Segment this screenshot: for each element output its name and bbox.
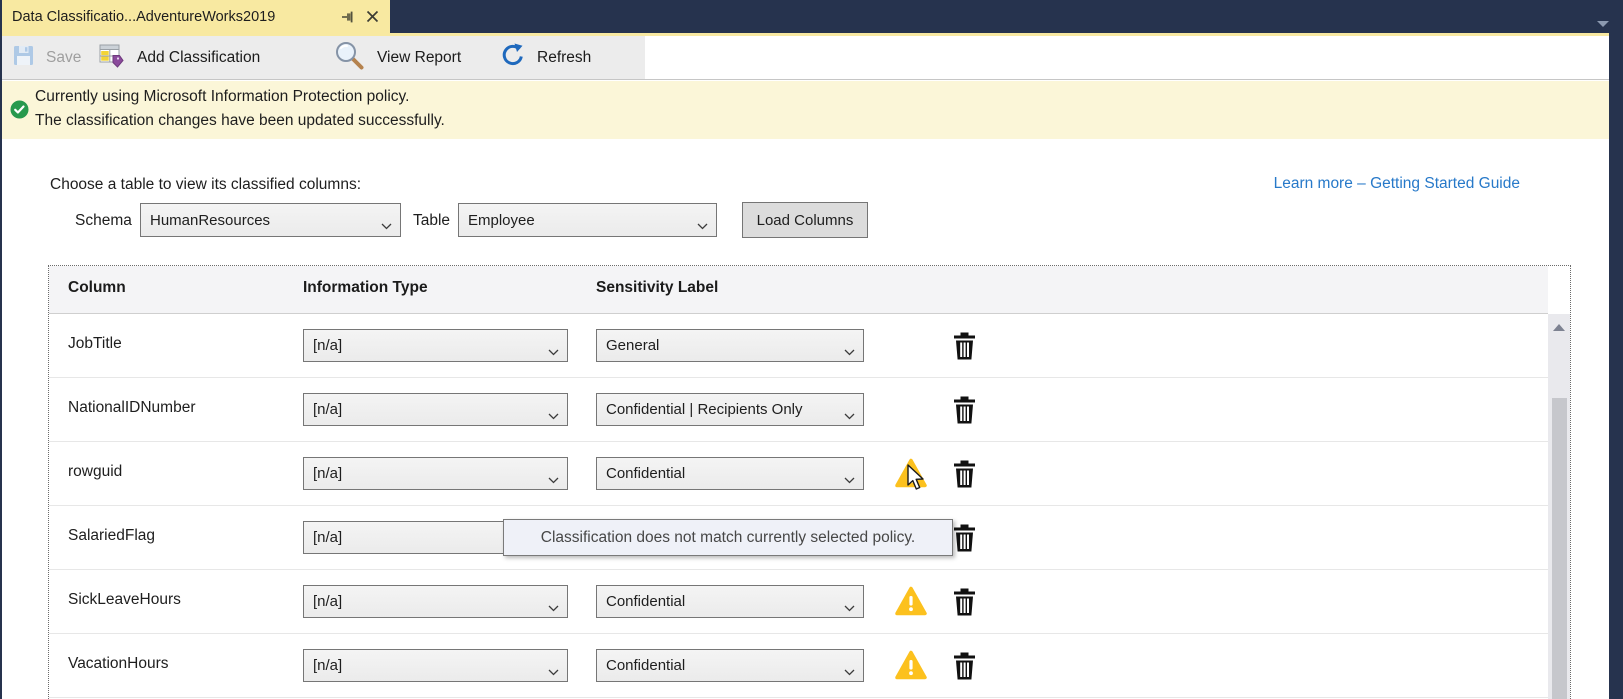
table-row: rowguid [n/a] Confidential [49,442,1548,506]
chevron-down-icon [548,663,559,681]
information-type-select[interactable]: [n/a] [303,393,568,426]
chevron-down-icon [844,407,855,425]
status-banner: Currently using Microsoft Information Pr… [2,81,1609,139]
policy-warning-icon[interactable] [895,586,927,616]
delete-classification-icon[interactable] [952,332,977,360]
chevron-down-icon [548,471,559,489]
column-name: SalariedFlag [68,527,155,545]
information-type-select[interactable]: [n/a] [303,585,568,618]
sensitivity-label-select[interactable]: Confidential | Recipients Only [596,393,864,426]
sensitivity-label-select[interactable]: Confidential [596,649,864,682]
learn-more-link[interactable]: Learn more – Getting Started Guide [1248,175,1520,193]
header-column: Column [68,279,126,297]
scroll-up-icon[interactable] [1548,314,1570,341]
refresh-button[interactable]: Refresh [500,36,591,79]
window-right-edge [1609,0,1623,699]
chevron-down-icon [844,599,855,617]
chevron-down-icon [381,217,392,235]
header-sensitivity-label: Sensitivity Label [596,279,718,297]
save-button[interactable]: Save [13,36,81,79]
sensitivity-label-select[interactable]: Confidential [596,585,864,618]
scrollbar-thumb[interactable] [1552,398,1567,699]
sensitivity-label-select[interactable]: General [596,329,864,362]
view-report-label: View Report [377,49,461,67]
chevron-down-icon [697,217,708,235]
delete-classification-icon[interactable] [952,396,977,424]
chevron-down-icon [844,471,855,489]
column-name: NationalIDNumber [68,399,196,417]
success-check-icon [10,100,29,124]
delete-classification-icon[interactable] [952,524,977,552]
classified-columns-panel: Column Information Type Sensitivity Labe… [48,265,1571,699]
schema-select[interactable]: HumanResources [140,203,401,237]
grid-header: Column Information Type Sensitivity Labe… [49,266,1548,314]
pin-icon[interactable] [338,7,358,27]
information-type-select[interactable]: [n/a] [303,649,568,682]
column-name: JobTitle [68,335,122,353]
table-row: VacationHours [n/a] Confidential [49,634,1548,698]
warning-tooltip-text: Classification does not match currently … [541,529,915,547]
table-label: Table [413,212,450,230]
chevron-down-icon [548,343,559,361]
mouse-cursor [906,464,926,497]
tab-data-classification[interactable]: Data Classificatio...AdventureWorks2019 [2,0,390,33]
save-label: Save [46,49,81,67]
information-type-select[interactable]: [n/a] [303,329,568,362]
banner-line2: The classification changes have been upd… [35,112,445,130]
choose-table-label: Choose a table to view its classified co… [50,176,361,194]
chevron-down-icon [844,663,855,681]
chevron-down-icon [844,343,855,361]
table-row: JobTitle [n/a] General [49,314,1548,378]
column-name: rowguid [68,463,122,481]
information-type-select[interactable]: [n/a] [303,457,568,490]
magnifier-icon [333,40,365,75]
policy-warning-icon[interactable] [895,650,927,680]
window-left-edge [0,0,2,699]
delete-classification-icon[interactable] [952,460,977,488]
data-classification-window: Data Classificatio...AdventureWorks2019 [0,0,1623,699]
add-classification-label: Add Classification [137,49,260,67]
column-name: VacationHours [68,655,169,673]
refresh-label: Refresh [537,49,591,67]
delete-classification-icon[interactable] [952,588,977,616]
refresh-icon [500,43,525,73]
warning-tooltip: Classification does not match currently … [503,519,953,556]
chevron-down-icon [548,599,559,617]
add-classification-icon [99,43,125,73]
tab-title: Data Classificatio...AdventureWorks2019 [12,9,334,25]
sensitivity-label-select[interactable]: Confidential [596,457,864,490]
schema-value: HumanResources [150,212,270,229]
chevron-down-icon [548,407,559,425]
vertical-scrollbar[interactable] [1548,314,1570,699]
close-icon[interactable] [362,7,382,27]
banner-line1: Currently using Microsoft Information Pr… [35,88,409,106]
table-row: NationalIDNumber [n/a] Confidential | Re… [49,378,1548,442]
delete-classification-icon[interactable] [952,652,977,680]
table-value: Employee [468,212,535,229]
document-list-chevron-icon[interactable] [1597,14,1609,32]
table-row: SickLeaveHours [n/a] Confidential [49,570,1548,634]
column-name: SickLeaveHours [68,591,181,609]
schema-label: Schema [75,212,132,230]
add-classification-button[interactable]: Add Classification [99,36,260,79]
table-select[interactable]: Employee [458,203,717,237]
view-report-button[interactable]: View Report [333,36,461,79]
save-icon [13,45,34,71]
header-information-type: Information Type [303,279,428,297]
toolbar: Save Add Classification [0,36,1623,80]
load-columns-button[interactable]: Load Columns [742,202,868,238]
